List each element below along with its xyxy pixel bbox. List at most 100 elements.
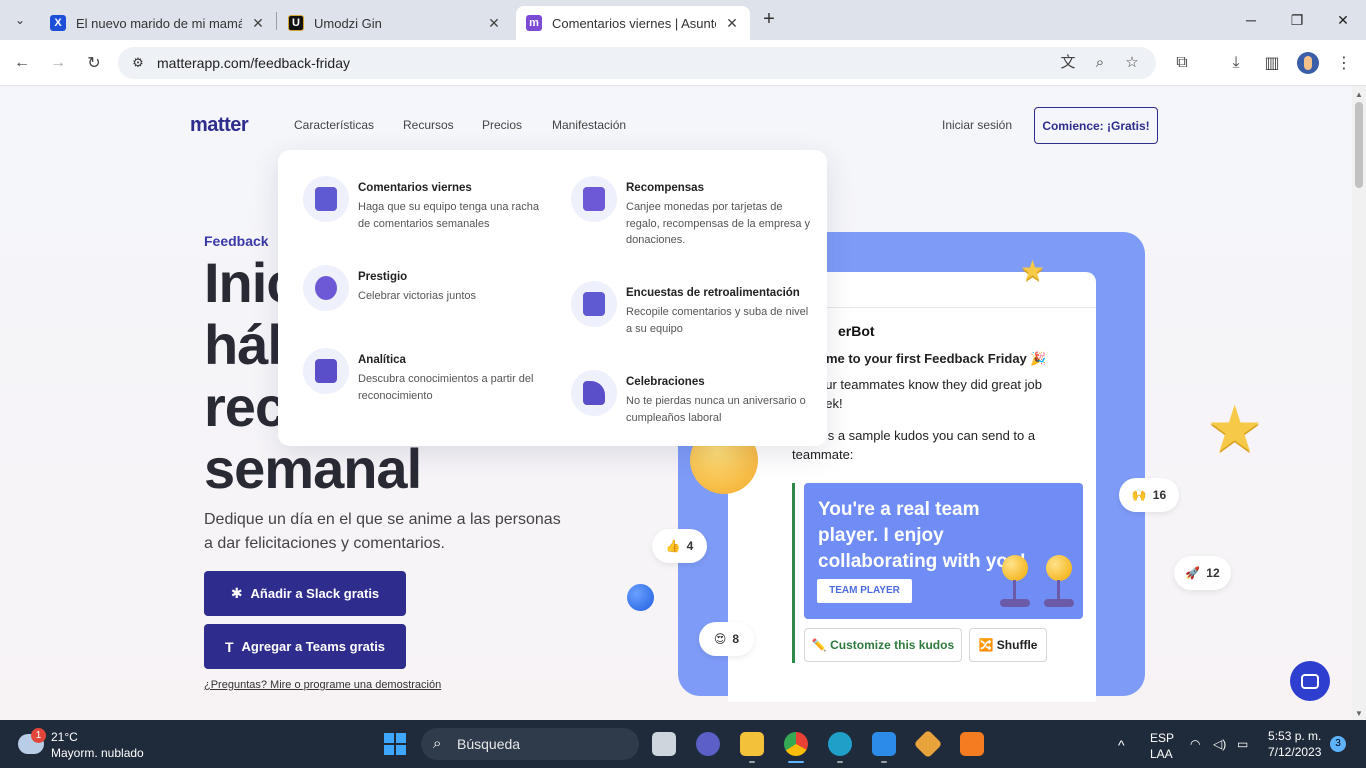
bookmark-star-icon[interactable]: ☆: [1121, 52, 1143, 74]
tab-close-icon[interactable]: ✕: [250, 15, 266, 32]
calendar-icon: [303, 176, 349, 222]
tab-title: Comentarios viernes | Asunto: [552, 15, 716, 31]
message-line: teammate:: [792, 447, 854, 462]
translate-icon[interactable]: 文: [1057, 52, 1079, 74]
chrome-icon[interactable]: [784, 732, 808, 756]
tab-strip: ⌄ X El nuevo marido de mi mamá e ✕ U Umo…: [0, 0, 1366, 40]
tab-umodzi-gin[interactable]: U Umodzi Gin ✕: [278, 6, 512, 40]
emoji-ball-icon: [1002, 555, 1028, 581]
edge-icon[interactable]: [828, 732, 852, 756]
meet-icon[interactable]: [696, 732, 720, 756]
page-scrollbar[interactable]: ▲ ▼: [1352, 86, 1366, 720]
nav-recursos[interactable]: Recursos: [403, 118, 454, 132]
scrollbar-thumb[interactable]: [1355, 102, 1363, 188]
reaction-thumbs-up: 👍 4: [652, 529, 707, 563]
address-bar[interactable]: ⚙ matterapp.com/feedback-friday 文 ⌕ ☆: [118, 47, 1156, 79]
reload-icon[interactable]: ↻: [82, 51, 106, 75]
side-panel-icon[interactable]: ▥: [1260, 51, 1284, 75]
slack-logo-icon: ✱: [230, 585, 243, 601]
site-info-icon[interactable]: ⚙: [128, 53, 148, 73]
chat-bubble-icon: [1301, 673, 1319, 689]
demo-link[interactable]: ¿Preguntas? Mire o programe una demostra…: [204, 679, 441, 691]
heart-handshake-icon: [303, 265, 349, 311]
matter-logo-icon: m: [526, 15, 542, 31]
star-icon: ★: [1020, 255, 1046, 286]
xampp-icon[interactable]: [960, 732, 984, 756]
weather-temperature[interactable]: 21°C: [51, 730, 78, 744]
file-explorer-icon[interactable]: [740, 732, 764, 756]
tab-title: El nuevo marido de mi mamá e: [76, 15, 242, 31]
menu-item-desc: Recopile comentarios y suba de nivel a s…: [626, 306, 809, 335]
battery-icon[interactable]: ▭: [1237, 737, 1248, 751]
vscode-icon[interactable]: [872, 732, 896, 756]
chat-launcher-button[interactable]: [1290, 661, 1330, 701]
close-window-button[interactable]: ✕: [1320, 0, 1366, 40]
trophy-base: [1044, 599, 1074, 607]
message-line: our teammates know they did great job: [818, 377, 1043, 392]
scroll-up-icon[interactable]: ▲: [1355, 90, 1363, 99]
teams-logo-icon: T: [224, 638, 234, 655]
extensions-icon[interactable]: ⧉: [1170, 51, 1194, 75]
tab-divider: [276, 12, 277, 30]
url-text[interactable]: matterapp.com/feedback-friday: [157, 55, 350, 71]
download-icon[interactable]: ⤓: [1224, 51, 1248, 75]
nav-caracteristicas[interactable]: Características: [294, 118, 374, 132]
quote-bar: [792, 483, 795, 663]
forward-arrow-icon[interactable]: →: [46, 51, 70, 75]
profile-avatar[interactable]: [1297, 52, 1319, 74]
hero-subtitle: Dedique un día en el que se anime a las …: [204, 511, 561, 552]
more-menu-icon[interactable]: ⋮: [1332, 51, 1356, 75]
back-arrow-icon[interactable]: ←: [10, 51, 34, 75]
tab-comentarios-viernes[interactable]: m Comentarios viernes | Asunto ✕: [516, 6, 750, 40]
hero-eyebrow: Feedback: [204, 233, 269, 249]
notification-badge[interactable]: 3: [1330, 736, 1346, 752]
restore-button[interactable]: ❐: [1274, 0, 1320, 40]
gift-icon: [571, 176, 617, 222]
git-tool-icon[interactable]: [913, 729, 943, 759]
login-link[interactable]: Iniciar sesión: [942, 118, 1012, 132]
umodzi-logo-icon: U: [288, 15, 304, 31]
tab-search-chevron-icon[interactable]: ⌄: [8, 8, 32, 32]
teams-button-label: Agregar a Teams gratis: [241, 639, 386, 654]
scroll-down-icon[interactable]: ▼: [1355, 709, 1363, 718]
clock-time: 5:53 p. m.: [1268, 729, 1322, 743]
system-clock[interactable]: 5:53 p. m. 7/12/2023: [1268, 728, 1321, 760]
new-tab-button[interactable]: +: [758, 8, 780, 32]
add-to-teams-button[interactable]: T Agregar a Teams gratis: [204, 624, 406, 669]
search-icon: ⌕: [433, 735, 442, 752]
trophy-stick: [1057, 580, 1060, 600]
browser-toolbar: ← → ↻ ⚙ matterapp.com/feedback-friday 文 …: [0, 40, 1366, 86]
shuffle-button[interactable]: 🔀 Shuffle: [969, 628, 1047, 662]
language-indicator[interactable]: ESP LAA: [1150, 730, 1174, 762]
wifi-icon[interactable]: ◠: [1190, 737, 1200, 751]
minimize-button[interactable]: ─: [1228, 0, 1274, 40]
zoom-icon[interactable]: ⌕: [1089, 52, 1111, 74]
clock-date: 7/12/2023: [1268, 745, 1322, 759]
nav-manifestacion[interactable]: Manifestación: [552, 118, 626, 132]
volume-icon[interactable]: ◁): [1213, 737, 1226, 751]
add-to-slack-button[interactable]: ✱ Añadir a Slack gratis: [204, 571, 406, 616]
nav-precios[interactable]: Precios: [482, 118, 522, 132]
task-view-icon[interactable]: [652, 732, 676, 756]
emoji-ball-icon: [1046, 555, 1072, 581]
trophy-stick: [1013, 580, 1016, 600]
tab-el-nuevo-marido[interactable]: X El nuevo marido de mi mamá e ✕: [40, 6, 276, 40]
windows-taskbar: 1 21°C Mayorm. nublado ⌕ Búsqueda ^ ESP …: [0, 720, 1366, 768]
customize-kudos-button[interactable]: ✏️ Customize this kudos: [804, 628, 962, 662]
trophy-base: [1000, 599, 1030, 607]
tab-close-icon[interactable]: ✕: [486, 15, 502, 32]
app-running-indicator: [749, 761, 755, 763]
app-running-indicator: [837, 761, 843, 763]
tab-close-icon[interactable]: ✕: [724, 15, 740, 32]
get-started-button[interactable]: Comience: ¡Gratis!: [1034, 107, 1158, 144]
matter-logo[interactable]: matter: [190, 114, 249, 137]
weather-description[interactable]: Mayorm. nublado: [51, 746, 144, 760]
menu-item-desc: Celebrar victorias juntos: [358, 290, 476, 302]
taskbar-search[interactable]: ⌕ Búsqueda: [421, 728, 639, 760]
windows-start-icon[interactable]: [384, 733, 406, 755]
menu-item-title: Encuestas de retroalimentación: [626, 287, 800, 299]
tray-chevron-icon[interactable]: ^: [1118, 737, 1125, 753]
reaction-heart-eyes: 😍 8: [699, 622, 754, 656]
menu-item-title: Analítica: [358, 354, 406, 366]
thumbs-up-icon: 👍: [665, 539, 681, 553]
